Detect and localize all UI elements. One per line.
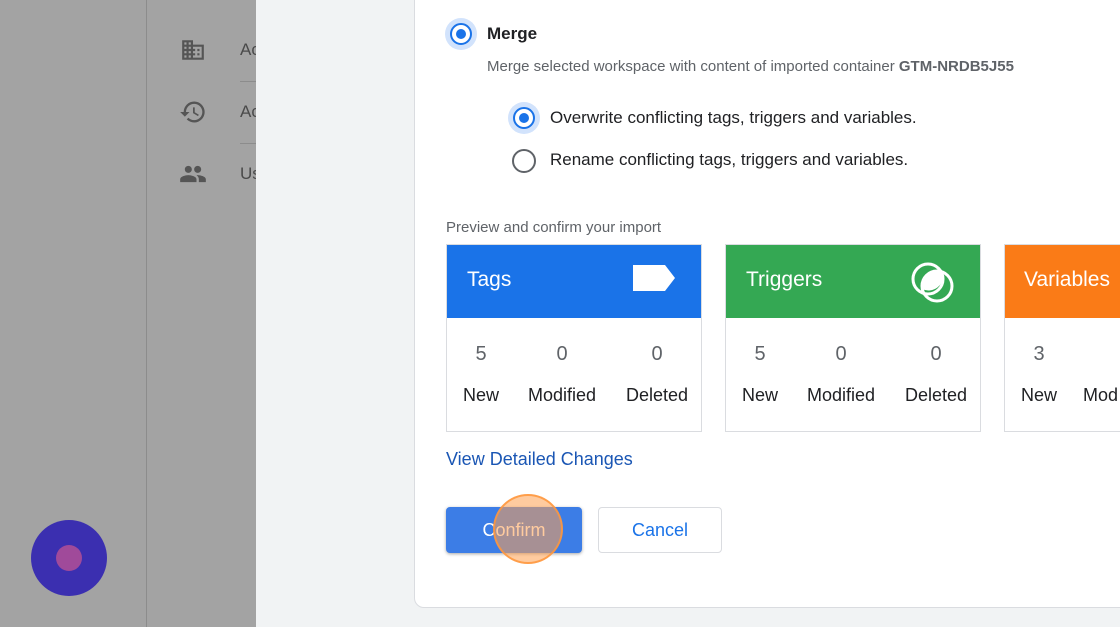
overwrite-option-label: Overwrite conflicting tags, triggers and… [550, 108, 917, 127]
trigger-icon [910, 259, 956, 311]
variables-new-count: 3 [1033, 343, 1045, 365]
triggers-deleted-count: 0 [930, 343, 942, 365]
merge-radio[interactable] [450, 23, 472, 45]
tags-summary-card: Tags 5 0 0 New Modified Deleted [446, 244, 702, 432]
assistant-bubble[interactable] [31, 520, 107, 596]
triggers-modified-count: 0 [835, 343, 847, 365]
variables-modified-label: Mod [1083, 385, 1119, 405]
click-indicator [493, 494, 563, 564]
merge-description: Merge selected workspace with content of… [487, 58, 1014, 75]
tags-card-title: Tags [467, 268, 512, 291]
triggers-new-count: 5 [754, 343, 766, 365]
rename-radio[interactable] [512, 149, 536, 173]
triggers-new-label: New [741, 385, 778, 405]
tags-deleted-label: Deleted [625, 385, 689, 405]
cancel-button[interactable]: Cancel [598, 507, 722, 553]
triggers-summary-card: Triggers 5 0 0 New Modified Deleted [725, 244, 981, 432]
preview-heading: Preview and confirm your import [446, 219, 662, 236]
triggers-card-title: Triggers [746, 268, 823, 291]
container-id: GTM-NRDB5J55 [898, 58, 1014, 75]
merge-label: Merge [487, 24, 538, 43]
triggers-modified-label: Modified [806, 385, 876, 405]
building-icon [178, 35, 208, 65]
sidebar-item-activity: Ac [178, 92, 268, 132]
rename-option-label: Rename conflicting tags, triggers and va… [550, 150, 909, 169]
tags-card-header: Tags [447, 245, 701, 318]
tags-deleted-count: 0 [651, 343, 663, 365]
variables-card-title: Variables [1024, 268, 1110, 291]
overwrite-radio[interactable] [513, 107, 535, 129]
tags-modified-label: Modified [527, 385, 597, 405]
tags-new-count: 5 [475, 343, 487, 365]
triggers-deleted-label: Deleted [904, 385, 968, 405]
people-icon [178, 159, 208, 189]
sidebar-item-account: Ac [178, 30, 268, 70]
history-icon [178, 97, 208, 127]
tags-new-label: New [462, 385, 499, 405]
triggers-card-header: Triggers [726, 245, 980, 318]
tags-modified-count: 0 [556, 343, 568, 365]
variables-new-label: New [1020, 385, 1057, 405]
view-detailed-changes-link[interactable]: View Detailed Changes [446, 449, 633, 470]
variables-card-header: Variables [1005, 245, 1120, 318]
tag-icon [631, 263, 677, 299]
sidebar-item-users: Us [178, 154, 268, 194]
sidebar-border [146, 0, 147, 627]
merge-description-text: Merge selected workspace with content of… [487, 58, 895, 75]
background-app: Ac Ac Us [0, 0, 261, 627]
assistant-bubble-dot [56, 545, 82, 571]
variables-modified-count: 0 [1109, 343, 1120, 366]
variables-summary-card: Variables 3 0 New Mod [1004, 244, 1120, 432]
